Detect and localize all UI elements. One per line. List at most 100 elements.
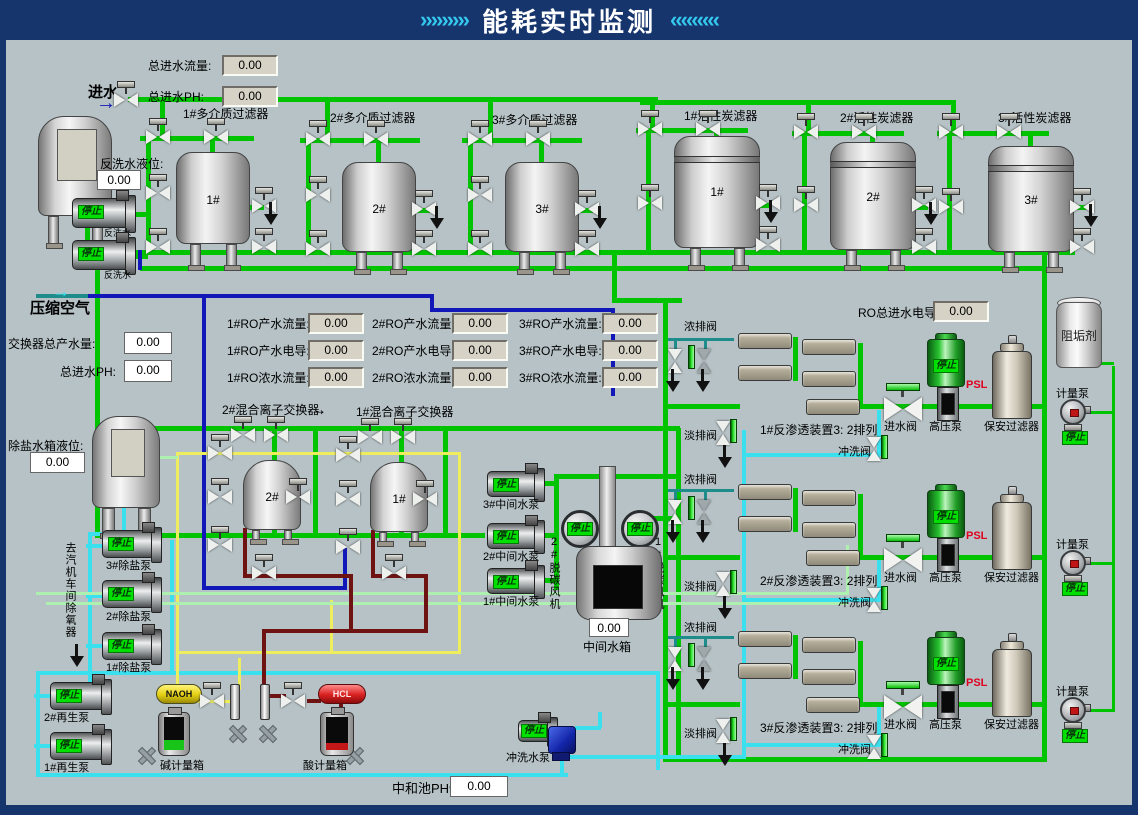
valve-icon[interactable] (252, 240, 276, 254)
valve-icon[interactable] (1070, 240, 1094, 254)
valve-icon[interactable] (306, 242, 330, 256)
valve-icon[interactable] (867, 588, 881, 612)
inlet-valve-icon[interactable] (884, 397, 922, 421)
valve-indicator (886, 681, 920, 689)
valve-icon[interactable] (468, 132, 492, 146)
regen-pump[interactable]: 停止 (50, 732, 106, 760)
alarm-label: PSL (966, 677, 987, 690)
demin-pump[interactable]: 停止 (102, 580, 156, 608)
propeller-valve-icon[interactable] (137, 746, 155, 764)
valve-icon[interactable] (306, 132, 330, 146)
valve-icon[interactable] (208, 490, 232, 504)
membrane-vessel (802, 339, 856, 355)
valve-icon[interactable] (867, 735, 881, 759)
inlet-valve-icon[interactable] (884, 695, 922, 719)
valve-icon[interactable] (306, 188, 330, 202)
valve-icon[interactable] (939, 200, 963, 214)
drain-arrow-icon (264, 202, 278, 226)
valve-icon[interactable] (468, 242, 492, 256)
valve-icon[interactable] (336, 448, 360, 462)
valve-icon[interactable] (200, 694, 224, 708)
pump-status-badge: 停止 (78, 247, 104, 261)
valve-icon[interactable] (146, 240, 170, 254)
valve-icon[interactable] (939, 125, 963, 139)
valve-icon[interactable] (867, 437, 881, 461)
middle-pump[interactable]: 停止 (487, 568, 539, 594)
backwash-pump[interactable]: 停止 (72, 240, 130, 270)
pipe (668, 489, 734, 492)
flush-pump-motor[interactable]: 停止 (518, 720, 552, 742)
middle-pump[interactable]: 停止 (487, 523, 539, 549)
valve-icon[interactable] (912, 240, 936, 254)
valve-icon[interactable] (716, 719, 730, 743)
inlet-valve-icon[interactable] (884, 548, 922, 572)
valve-icon[interactable] (852, 125, 876, 139)
valve-icon[interactable] (756, 238, 780, 252)
filter-tank[interactable]: 1# (176, 152, 250, 244)
dosing-pump[interactable] (1060, 550, 1086, 576)
valve-icon[interactable] (231, 428, 255, 442)
valve-icon[interactable] (264, 428, 288, 442)
valve-icon[interactable] (252, 566, 276, 580)
pipe (138, 250, 142, 270)
pump-label: 3#除盐泵 (106, 560, 151, 573)
pump-status-badge: 停止 (56, 739, 82, 753)
valve-icon[interactable] (336, 540, 360, 554)
valve-icon[interactable] (468, 188, 492, 202)
valve-icon[interactable] (997, 125, 1021, 139)
valve-icon[interactable] (382, 566, 406, 580)
propeller-valve-icon[interactable] (258, 724, 276, 742)
membrane-vessel (738, 333, 792, 349)
valve-icon[interactable] (716, 421, 730, 445)
pipe (128, 97, 658, 102)
valve-icon[interactable] (575, 242, 599, 256)
valve-icon[interactable] (146, 186, 170, 200)
valve-icon[interactable] (364, 132, 388, 146)
hp-pump-base (937, 538, 959, 572)
valve-icon[interactable] (146, 130, 170, 144)
middle-pump[interactable]: 停止 (487, 471, 539, 497)
valve-icon[interactable] (204, 130, 228, 144)
valve-icon[interactable] (716, 572, 730, 596)
regen-pump[interactable]: 停止 (50, 682, 106, 710)
valve-actuator (149, 118, 167, 125)
demin-pump[interactable]: 停止 (102, 530, 156, 558)
propeller-valve-icon[interactable] (228, 724, 246, 742)
demin-pump[interactable]: 停止 (102, 632, 156, 660)
valve-icon[interactable] (208, 538, 232, 552)
pipe (430, 308, 614, 312)
filter-tank[interactable]: 2# (830, 142, 916, 250)
valve-icon[interactable] (281, 694, 305, 708)
readout-label: 3#RO产水流量: (519, 318, 602, 332)
filter-tank[interactable]: 3# (988, 146, 1074, 252)
valve-icon[interactable] (526, 132, 550, 146)
valve-icon[interactable] (696, 122, 720, 136)
security-filter[interactable] (992, 351, 1032, 419)
valve-icon[interactable] (412, 242, 436, 256)
filter-tank[interactable]: 2# (342, 162, 416, 252)
valve-actuator (415, 190, 433, 197)
flush-pump-housing[interactable] (548, 726, 576, 754)
filter-tank[interactable]: 1# (674, 136, 760, 248)
acid-tank-label: 酸计量箱 (303, 760, 347, 773)
valve-icon[interactable] (413, 492, 437, 506)
readout-value: 0.00 (97, 170, 141, 190)
dosing-pump[interactable] (1060, 399, 1086, 425)
valve-icon[interactable] (286, 490, 310, 504)
filter-tank[interactable]: 3# (505, 162, 579, 252)
security-filter[interactable] (992, 502, 1032, 570)
backwash-pump[interactable]: 停止 (72, 198, 130, 228)
valve-icon[interactable] (391, 430, 415, 444)
valve-icon[interactable] (358, 430, 382, 444)
dosing-pump[interactable] (1060, 697, 1086, 723)
valve-icon[interactable] (208, 446, 232, 460)
valve-icon[interactable] (336, 492, 360, 506)
inlet-valve-icon[interactable] (114, 93, 138, 107)
valve-icon[interactable] (794, 125, 818, 139)
valve-icon[interactable] (794, 198, 818, 212)
valve-icon[interactable] (638, 196, 662, 210)
pipe (349, 574, 353, 632)
security-filter[interactable] (992, 649, 1032, 717)
valve-icon[interactable] (638, 122, 662, 136)
pump-label: 反洗水 (104, 270, 131, 280)
